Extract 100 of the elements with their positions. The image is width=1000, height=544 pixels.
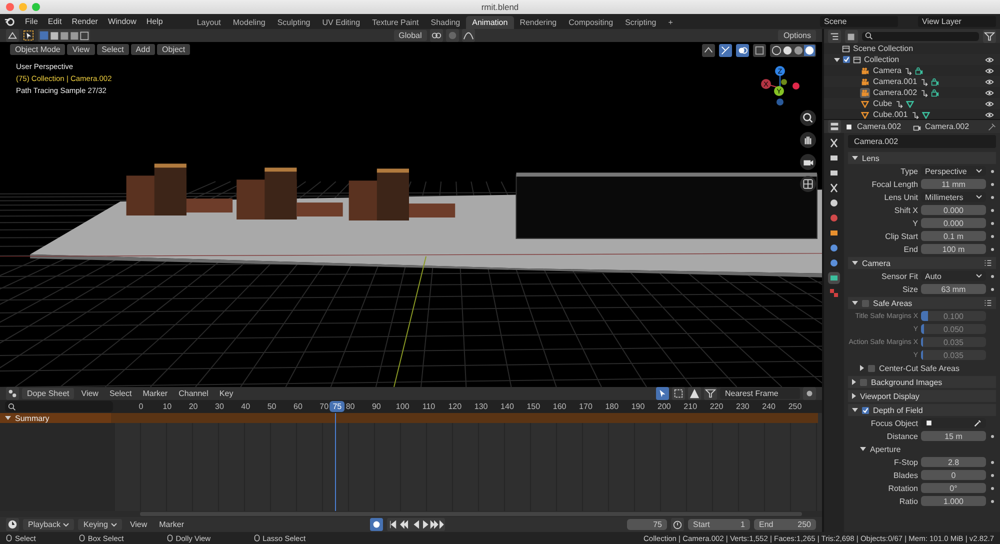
shading-mode-icons[interactable]	[770, 44, 816, 57]
record-button-icon[interactable]	[370, 518, 384, 531]
eye-icon[interactable]	[985, 78, 994, 84]
keyframe-dot-icon[interactable]	[991, 474, 994, 476]
eye-icon[interactable]	[985, 90, 994, 96]
disclosure-triangle-icon[interactable]	[852, 393, 856, 399]
number-field[interactable]: 0.000	[921, 218, 986, 228]
tree-item[interactable]: Collection	[864, 55, 900, 64]
funnel-icon[interactable]	[983, 30, 996, 42]
keyframe-dot-icon[interactable]	[991, 274, 994, 278]
disclosure-triangle-icon[interactable]	[860, 365, 864, 371]
workspace-tab[interactable]: Rendering	[514, 16, 563, 29]
number-field[interactable]: 0°	[921, 483, 986, 493]
workspace-tab[interactable]: Layout	[190, 16, 227, 29]
editor-type-icon[interactable]	[828, 120, 841, 133]
filter-icon[interactable]	[704, 387, 717, 400]
viewport-menu-item[interactable]: Object	[157, 44, 190, 55]
playback-controls-icon[interactable]	[387, 518, 446, 531]
tree-item[interactable]: Cube	[873, 99, 892, 108]
menu-item[interactable]: File	[21, 16, 42, 27]
add-workspace-button[interactable]: +	[662, 16, 679, 29]
editor-type-icon[interactable]	[6, 387, 19, 400]
number-field[interactable]: 0.000	[921, 205, 986, 215]
menu-item[interactable]: Render	[68, 16, 102, 27]
panel-header[interactable]: Depth of Field	[848, 404, 996, 416]
disclosure-triangle-icon[interactable]	[852, 156, 858, 160]
dropdown-field[interactable]: Millimeters	[921, 192, 986, 202]
pivot-icon[interactable]	[430, 29, 443, 42]
view-object-icon[interactable]	[702, 44, 715, 57]
search-field[interactable]	[5, 401, 113, 412]
panel-header[interactable]: Camera	[848, 257, 996, 269]
checkbox[interactable]	[868, 364, 875, 372]
number-field[interactable]: 2.8	[921, 457, 986, 467]
falloff-icon[interactable]	[462, 29, 475, 42]
playhead-line[interactable]	[335, 413, 336, 511]
tree-item[interactable]: Camera	[873, 66, 902, 75]
pin-icon[interactable]	[988, 122, 996, 130]
eye-icon[interactable]	[985, 100, 994, 106]
display-mode-icon[interactable]	[828, 30, 841, 42]
panel-header[interactable]: Lens	[848, 152, 996, 164]
dopesheet-menu-item[interactable]: Select	[105, 388, 136, 399]
tree-item[interactable]: Cube.001	[873, 110, 908, 119]
subpanel-header[interactable]: Center-Cut Safe Areas	[848, 362, 996, 374]
viewport-menu-item[interactable]: Select	[96, 44, 129, 55]
dropdown-field[interactable]: Perspective	[921, 166, 986, 176]
dopesheet-menu-item[interactable]: Key	[215, 388, 238, 399]
view-layer-field[interactable]: View Layer	[918, 16, 996, 27]
eye-icon[interactable]	[985, 56, 994, 62]
snap-dropdown[interactable]: Nearest Frame	[720, 388, 800, 399]
timeline-menu-item[interactable]: Playback	[23, 519, 74, 530]
menu-item[interactable]: Edit	[44, 16, 66, 27]
list-icon[interactable]	[984, 259, 992, 267]
select-mode-icons[interactable]	[38, 29, 90, 42]
workspace-tab[interactable]: Compositing	[562, 16, 620, 29]
workspace-tab[interactable]: Shading	[424, 16, 466, 29]
eye-icon[interactable]	[985, 68, 994, 74]
number-field[interactable]: 15 m	[921, 431, 986, 441]
checkbox[interactable]	[862, 406, 869, 414]
hand-icon[interactable]	[800, 132, 816, 148]
keyframe-dot-icon[interactable]	[991, 248, 994, 250]
filter-icon[interactable]	[845, 30, 858, 42]
current-frame-field[interactable]: 75	[627, 519, 667, 530]
frame-icon[interactable]	[672, 387, 685, 400]
end-frame-field[interactable]: End 250	[754, 519, 816, 530]
warning-icon[interactable]	[688, 387, 701, 400]
timeline-menu-item[interactable]: View	[126, 519, 152, 530]
tools-icon[interactable]	[828, 137, 840, 149]
disclosure-triangle-icon[interactable]	[852, 379, 856, 385]
workspace-tab[interactable]: Sculpting	[271, 16, 316, 29]
checkbox[interactable]	[860, 378, 867, 386]
number-field[interactable]: 0	[921, 470, 986, 480]
workspace-tab[interactable]: Animation	[466, 16, 514, 29]
number-field[interactable]: 100 m	[921, 244, 986, 254]
keyframe-dot-icon[interactable]	[991, 234, 994, 238]
panel-header[interactable]: Viewport Display	[848, 390, 996, 402]
stopwatch-icon[interactable]	[671, 518, 684, 531]
gizmo-toggle-icon[interactable]	[719, 44, 732, 57]
disclosure-triangle-icon[interactable]	[852, 408, 858, 412]
object-icon-badge[interactable]	[860, 98, 870, 108]
tree-item[interactable]: Camera.002	[873, 88, 918, 97]
keyframe-dot-icon[interactable]	[991, 196, 994, 198]
subpanel-header[interactable]: Aperture	[848, 443, 996, 455]
viewport-menu-item[interactable]: Add	[130, 44, 156, 55]
scene-field[interactable]: Scene	[820, 16, 898, 27]
keyframe-dot-icon[interactable]	[991, 460, 994, 464]
mode-dropdown[interactable]: Object Mode	[10, 44, 66, 55]
number-field[interactable]: 0.1 m	[921, 231, 986, 241]
search-field[interactable]	[862, 32, 979, 40]
menu-item[interactable]: Window	[104, 16, 140, 27]
workspace-tab[interactable]: Texture Paint	[366, 16, 425, 29]
keyframe-dot-icon[interactable]	[991, 222, 994, 224]
number-field[interactable]: 11 mm	[921, 179, 986, 189]
start-frame-field[interactable]: Start 1	[688, 519, 750, 530]
keyframe-dot-icon[interactable]	[991, 170, 994, 172]
eyedropper-icon[interactable]	[974, 419, 982, 427]
list-icon[interactable]	[984, 299, 992, 307]
checker-icon[interactable]	[828, 287, 840, 299]
panel-header[interactable]: Background Images	[848, 376, 996, 388]
zoom-icon[interactable]	[800, 110, 816, 126]
proportional-icon[interactable]	[803, 387, 816, 400]
